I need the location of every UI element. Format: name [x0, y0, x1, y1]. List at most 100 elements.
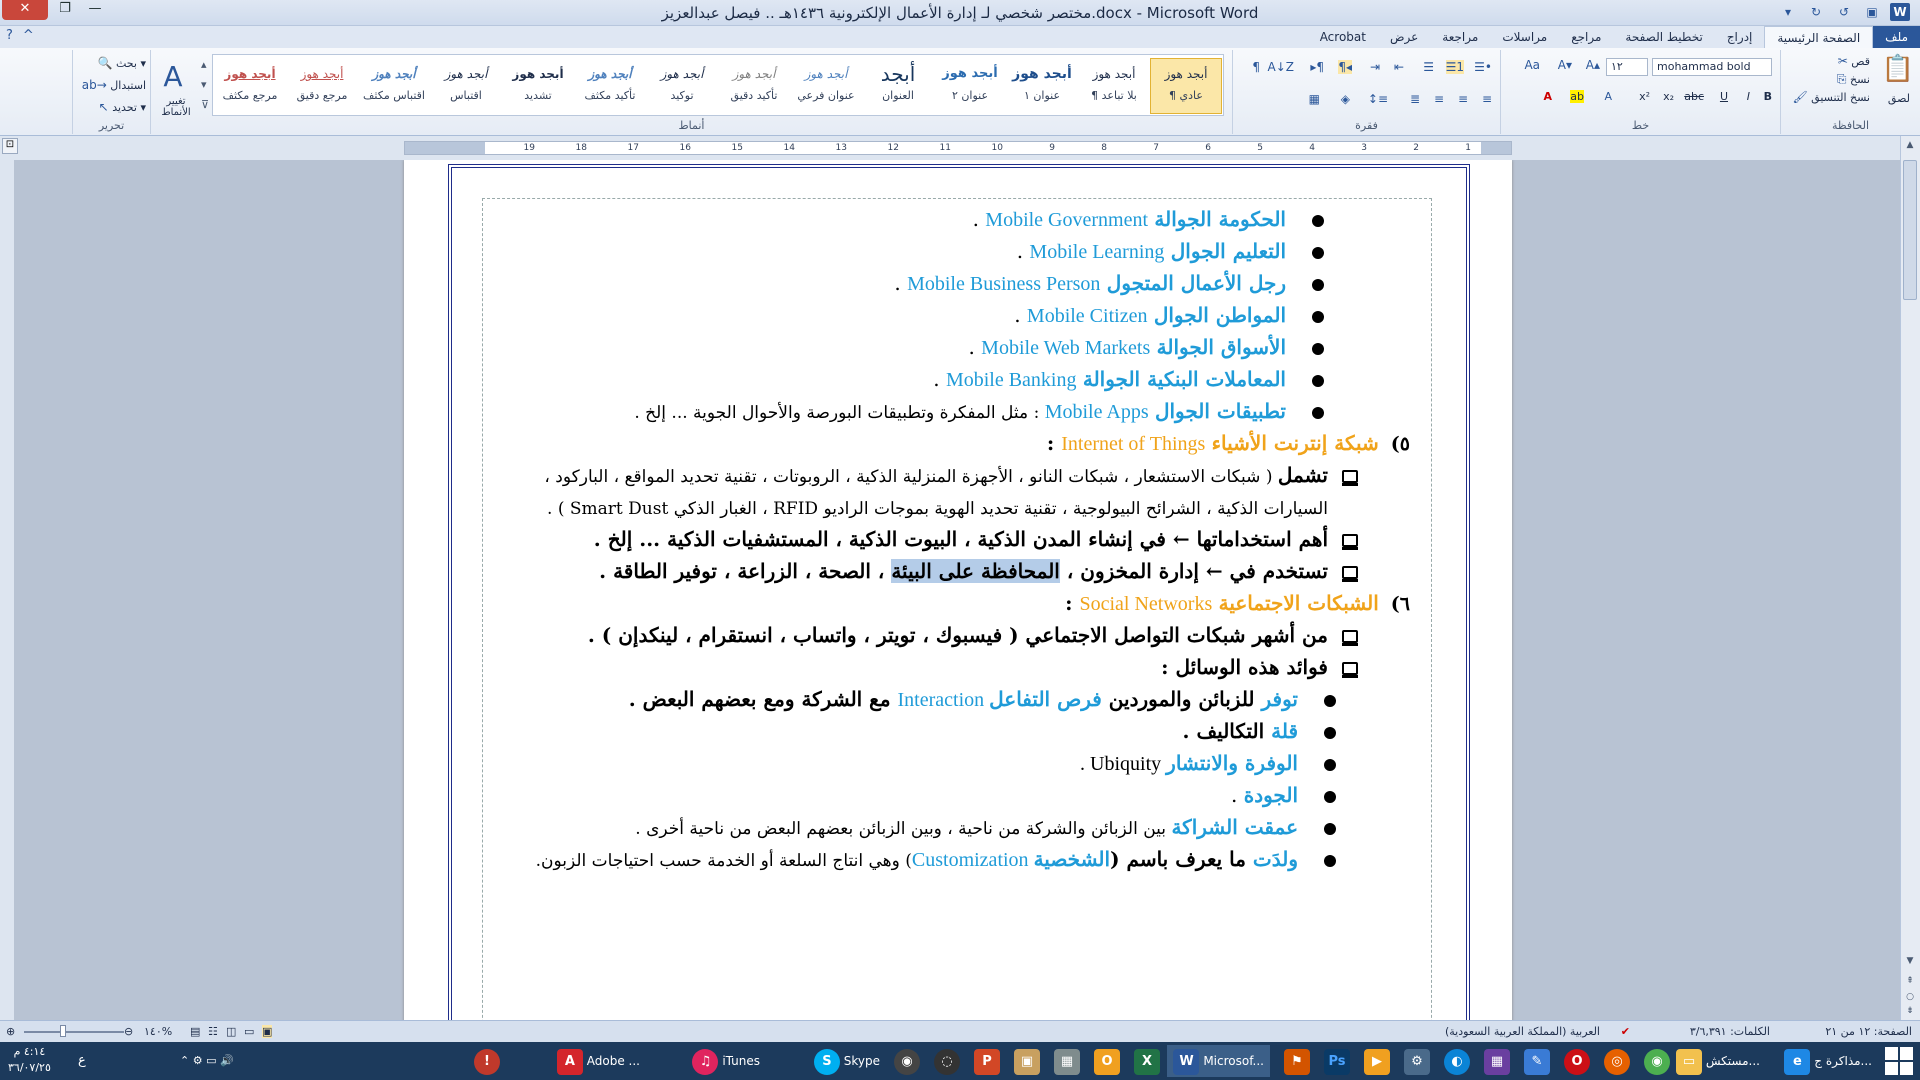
word-logo-icon[interactable]: W	[1890, 3, 1910, 21]
numbering-icon[interactable]: ☰1	[1445, 60, 1464, 74]
tab-references[interactable]: مراجع	[1559, 26, 1613, 48]
taskbar-itunes[interactable]: ♫ iTunes	[692, 1045, 760, 1077]
chevron-up-icon[interactable]: ⌃	[180, 1054, 189, 1067]
copy-button[interactable]: ⎘ نسخ	[1837, 72, 1870, 87]
line-spacing-icon[interactable]: ↕≡	[1368, 92, 1388, 106]
format-painter-button[interactable]: 🖌 نسخ التنسيق	[1792, 90, 1870, 104]
style-heading-1[interactable]: أبجد هوز عنوان ١	[1007, 59, 1077, 113]
start-button[interactable]	[1884, 1046, 1914, 1076]
taskbar-opera[interactable]: O	[1564, 1045, 1590, 1077]
replace-button[interactable]: ab→ استبدال	[82, 78, 146, 92]
page[interactable]: الحكومة الجوالة Mobile Government . التع…	[404, 160, 1512, 1020]
strikethrough-icon[interactable]: abc	[1684, 90, 1704, 103]
style-normal[interactable]: أبجد هوز ¶ عادي	[1150, 58, 1222, 114]
ribbon-collapse-icon[interactable]: ^	[23, 28, 34, 43]
taskbar-excel[interactable]: X	[1134, 1045, 1160, 1077]
draft-view-icon[interactable]: ▤	[190, 1025, 200, 1038]
show-marks-icon[interactable]: ¶	[1252, 60, 1260, 74]
paste-icon[interactable]: 📋	[1882, 54, 1914, 84]
align-center-icon[interactable]: ≡	[1458, 92, 1468, 106]
prev-page-icon[interactable]: ⇞	[1903, 976, 1917, 990]
styles-scroll-up-icon[interactable]: ▴	[201, 58, 207, 71]
taskbar-chrome[interactable]: ◉	[1644, 1045, 1670, 1077]
font-name-box[interactable]: mohammad bold	[1652, 58, 1772, 76]
style-subtle-reference[interactable]: أبجد هوز مرجع دقيق	[287, 59, 357, 113]
shading-icon[interactable]: ◈	[1341, 92, 1350, 106]
taskbar-app[interactable]: ◐	[1444, 1045, 1470, 1077]
horizontal-ruler[interactable]: 1 2 3 4 5 6 7 8 9 10 11 12 13 14 15 16 1…	[404, 141, 1512, 155]
paste-button[interactable]: لصق	[1888, 92, 1910, 105]
taskbar-app[interactable]: ✎	[1524, 1045, 1550, 1077]
tab-mailings[interactable]: مراسلات	[1490, 26, 1559, 48]
tab-acrobat[interactable]: Acrobat	[1308, 26, 1378, 48]
decrease-indent-icon[interactable]: ⇤	[1394, 60, 1404, 74]
italic-icon[interactable]: I	[1747, 90, 1750, 103]
style-intense-quote[interactable]: أبجد هوز اقتباس مكثف	[359, 59, 429, 113]
web-layout-icon[interactable]: ◫	[226, 1025, 236, 1038]
scroll-down-icon[interactable]: ▼	[1903, 956, 1917, 970]
increase-indent-icon[interactable]: ⇥	[1370, 60, 1380, 74]
style-intense-reference[interactable]: أبجد هوز مرجع مكثف	[215, 59, 285, 113]
next-page-icon[interactable]: ⇟	[1903, 1006, 1917, 1020]
align-left-icon[interactable]: ≡	[1434, 92, 1444, 106]
text-effects-icon[interactable]: A	[1604, 90, 1612, 103]
outline-view-icon[interactable]: ☷	[208, 1025, 218, 1038]
taskbar-adobe[interactable]: A Adobe ...	[556, 1045, 640, 1077]
scroll-up-icon[interactable]: ▲	[1903, 140, 1917, 154]
font-size-box[interactable]: ١٢	[1606, 58, 1648, 76]
tab-file[interactable]: ملف	[1873, 26, 1920, 48]
taskbar-app[interactable]: ◉	[894, 1045, 920, 1077]
borders-icon[interactable]: ▦	[1309, 92, 1320, 106]
network-tray-icon[interactable]: ⚙	[193, 1054, 203, 1067]
zoom-in-icon[interactable]: ⊕	[6, 1025, 15, 1038]
tab-home[interactable]: الصفحة الرئيسية	[1764, 26, 1874, 48]
taskbar-calculator[interactable]: ▦	[1054, 1045, 1080, 1077]
zoom-level[interactable]: ١٤٠%	[144, 1025, 172, 1038]
clock[interactable]: ٤:١٤ م ٣٦/٠٧/٢٥	[8, 1044, 51, 1076]
taskbar-explorer[interactable]: ▭ مستكش...	[1676, 1045, 1760, 1077]
taskbar-firefox[interactable]: ◎	[1604, 1045, 1630, 1077]
zoom-out-icon[interactable]: ⊖	[124, 1025, 133, 1038]
taskbar-outlook[interactable]: O	[1094, 1045, 1120, 1077]
selected-text[interactable]: المحافظة على البيئة	[891, 559, 1060, 583]
cut-button[interactable]: ✂ قص	[1838, 54, 1870, 68]
change-case-icon[interactable]: Aa	[1524, 58, 1540, 72]
tray-warning[interactable]: !	[474, 1045, 500, 1077]
print-layout-icon[interactable]: ▣	[262, 1025, 273, 1038]
tab-page-layout[interactable]: تخطيط الصفحة	[1613, 26, 1714, 48]
styles-more-icon[interactable]: ⊽	[201, 98, 209, 111]
taskbar-app[interactable]: ⚑	[1284, 1045, 1310, 1077]
shrink-font-icon[interactable]: A▾	[1558, 58, 1572, 72]
browse-object-icon[interactable]: ○	[1903, 992, 1917, 1006]
taskbar-app[interactable]: ▣	[1014, 1045, 1040, 1077]
volume-icon[interactable]: 🔊	[220, 1054, 234, 1067]
bold-icon[interactable]: B	[1764, 90, 1772, 103]
styles-scroll-down-icon[interactable]: ▾	[201, 78, 207, 91]
zoom-slider-handle[interactable]	[60, 1025, 66, 1037]
tab-view[interactable]: عرض	[1378, 26, 1430, 48]
style-intense-emphasis[interactable]: أبجد هوز تأكيد مكثف	[575, 59, 645, 113]
taskbar-media[interactable]: ▶	[1364, 1045, 1390, 1077]
taskbar-word[interactable]: W Microsof...	[1167, 1045, 1270, 1077]
keyboard-language[interactable]: ع	[78, 1045, 86, 1077]
tab-insert[interactable]: إدراج	[1715, 26, 1765, 48]
change-styles-button[interactable]: تغيير الأنماط	[153, 96, 199, 118]
tab-review[interactable]: مراجعة	[1430, 26, 1490, 48]
style-heading-2[interactable]: أبجد هوز عنوان ٢	[935, 59, 1005, 113]
select-button[interactable]: ↖ تحديد ▾	[99, 100, 146, 114]
highlight-icon[interactable]: ab	[1570, 90, 1584, 103]
customize-qat-icon[interactable]: ▾	[1778, 3, 1798, 21]
ruler-toggle-icon[interactable]: ⊡	[2, 138, 18, 154]
redo-icon[interactable]: ↻	[1806, 3, 1826, 21]
taskbar-skype[interactable]: S Skype	[813, 1045, 880, 1077]
monitor-tray-icon[interactable]: ▭	[206, 1054, 216, 1067]
full-screen-reading-icon[interactable]: ▭	[244, 1025, 254, 1038]
rtl-direction-icon[interactable]: ¶◂	[1338, 60, 1352, 74]
style-strong[interactable]: أبجد هوز تشديد	[503, 59, 573, 113]
style-subtle-emphasis[interactable]: أبجد هوز تأكيد دقيق	[719, 59, 789, 113]
taskbar-app[interactable]: ▦	[1484, 1045, 1510, 1077]
taskbar-photoshop[interactable]: Ps	[1324, 1045, 1350, 1077]
find-button[interactable]: 🔍 بحث ▾	[98, 56, 146, 70]
taskbar-app[interactable]: ◌	[934, 1045, 960, 1077]
style-no-spacing[interactable]: أبجد هوز ¶ بلا تباعد	[1079, 59, 1149, 113]
